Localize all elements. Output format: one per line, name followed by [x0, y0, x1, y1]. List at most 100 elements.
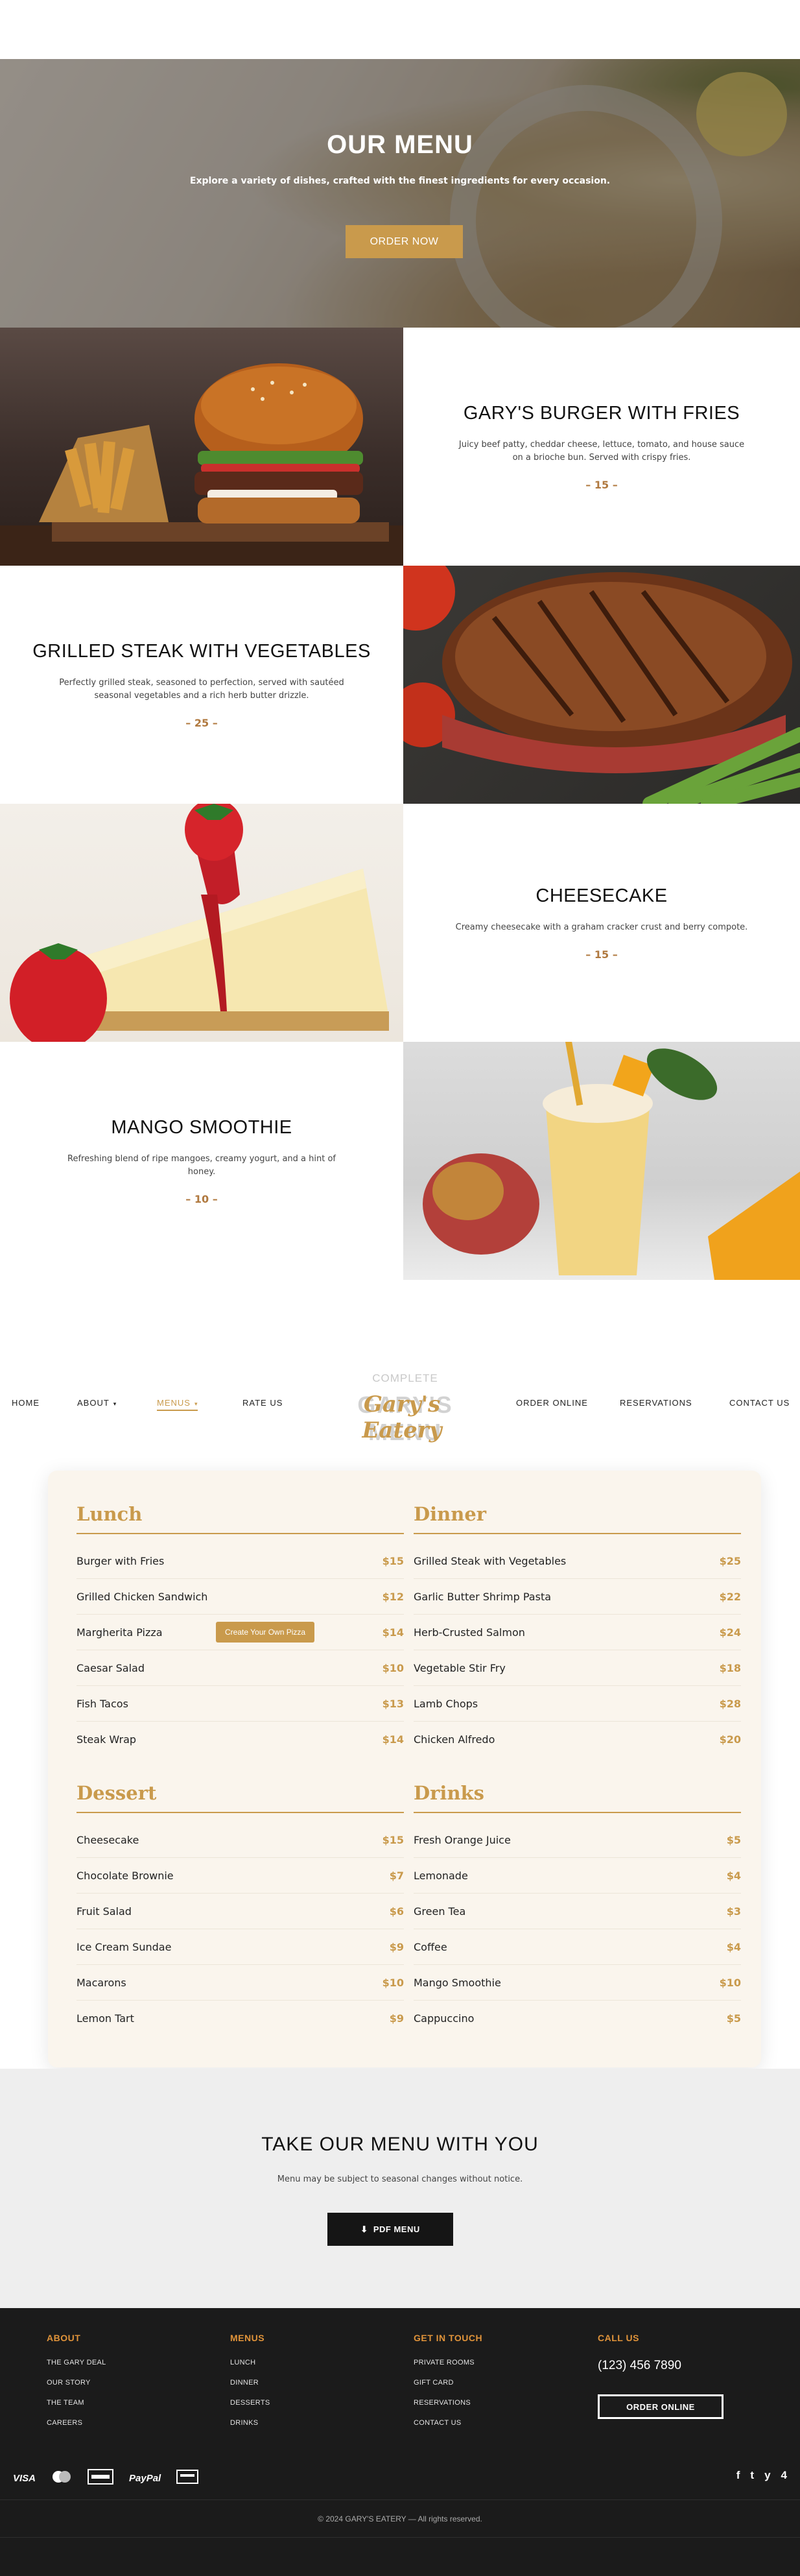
footer-link[interactable]: THE TEAM — [47, 2399, 106, 2407]
footer-link[interactable]: PRIVATE ROOMS — [414, 2359, 482, 2366]
pdf-menu-button[interactable]: ⬇ PDF MENU — [327, 2213, 453, 2246]
menu-item: Macarons $10 — [76, 1965, 404, 2001]
order-now-button[interactable]: ORDER NOW — [346, 225, 463, 258]
menu-item-price: $4 — [726, 1869, 741, 1882]
menu-item-name: Fish Tacos — [76, 1697, 128, 1710]
dish-description: Creamy cheesecake with a graham cracker … — [455, 922, 748, 932]
menu-item: Chicken Alfredo $20 — [414, 1722, 741, 1757]
nav-reservations[interactable]: RESERVATIONS — [620, 1398, 692, 1408]
menu-item-price: $9 — [389, 1940, 404, 1953]
pdf-menu-label: PDF MENU — [373, 2224, 420, 2234]
menu-section-lunch: Lunch Burger with Fries $15 Grilled Chick… — [76, 1503, 404, 1757]
footer-link[interactable]: GIFT CARD — [414, 2379, 482, 2387]
menu-item-name: Green Tea — [414, 1905, 466, 1918]
menu-item: Green Tea $3 — [414, 1894, 741, 1929]
nav-home[interactable]: HOME — [12, 1398, 40, 1408]
dish-name: GRILLED STEAK WITH VEGETABLES — [32, 640, 371, 662]
hero-subtitle: Explore a variety of dishes, crafted wit… — [189, 176, 611, 186]
footer-order-online-button[interactable]: ORDER ONLINE — [598, 2394, 724, 2419]
burger-text: GARY'S BURGER WITH FRIES Juicy beef patt… — [403, 328, 800, 566]
discover-icon — [176, 2470, 199, 2486]
menu-item-name: Grilled Chicken Sandwich — [76, 1590, 208, 1603]
menu-item: Garlic Butter Shrimp Pasta $22 — [414, 1579, 741, 1615]
menu-item-price: $20 — [719, 1733, 741, 1746]
menu-heading: Dinner — [414, 1503, 741, 1534]
menu-item: Lamb Chops $28 — [414, 1686, 741, 1722]
footer-link[interactable]: RESERVATIONS — [414, 2399, 482, 2407]
foursquare-icon[interactable]: 4 — [781, 2469, 787, 2482]
cheesecake-text: CHEESECAKE Creamy cheesecake with a grah… — [403, 804, 800, 1042]
twitter-icon[interactable]: t — [750, 2469, 754, 2482]
dish-name: CHEESECAKE — [535, 885, 668, 906]
facebook-icon[interactable]: f — [736, 2469, 740, 2482]
menu-item-name: Chocolate Brownie — [76, 1869, 174, 1882]
menu-item: Chocolate Brownie $7 — [76, 1858, 404, 1894]
footer-link[interactable]: THE GARY DEAL — [47, 2359, 106, 2366]
footer-link[interactable]: OUR STORY — [47, 2379, 106, 2387]
yelp-icon[interactable]: y — [764, 2469, 770, 2482]
footer-heading: MENUS — [230, 2333, 265, 2343]
menu-item-name: Caesar Salad — [76, 1661, 145, 1674]
take-menu-section: TAKE OUR MENU WITH YOU Menu may be subje… — [0, 2069, 800, 2308]
create-pizza-button[interactable]: Create Your Own Pizza — [216, 1622, 315, 1643]
menu-item-price: $4 — [726, 1940, 741, 1953]
menu-item-price: $9 — [389, 2012, 404, 2025]
menu-item-name: Vegetable Stir Fry — [414, 1661, 506, 1674]
menu-item: Mango Smoothie $10 — [414, 1965, 741, 2001]
take-menu-subtitle: Menu may be subject to seasonal changes … — [277, 2174, 523, 2184]
dish-price: – 15 – — [585, 948, 618, 961]
nav-about[interactable]: ABOUT ▾ — [77, 1398, 117, 1408]
menu-item-name: Fruit Salad — [76, 1905, 132, 1918]
social-links: f t y 4 — [736, 2469, 787, 2482]
menu-item-name: Chicken Alfredo — [414, 1733, 495, 1746]
footer-about-column: ABOUT THE GARY DEAL OUR STORY THE TEAM C… — [47, 2333, 106, 2439]
footer-link[interactable]: LUNCH — [230, 2359, 270, 2366]
dish-price: – 15 – — [585, 478, 618, 491]
footer: ABOUT THE GARY DEAL OUR STORY THE TEAM C… — [0, 2308, 800, 2576]
nav-order-online[interactable]: ORDER ONLINE — [516, 1398, 588, 1408]
footer-heading: GET IN TOUCH — [414, 2333, 483, 2343]
steak-image — [403, 566, 800, 804]
footer-link[interactable]: CAREERS — [47, 2419, 106, 2427]
menu-item-name: Macarons — [76, 1976, 126, 1989]
menu-item-name: Margherita Pizza — [76, 1626, 163, 1639]
download-icon: ⬇ — [360, 2224, 373, 2234]
menu-item-price: $15 — [382, 1833, 404, 1846]
menu-item: Herb-Crusted Salmon $24 — [414, 1615, 741, 1650]
nav-contact-us[interactable]: CONTACT US — [729, 1398, 790, 1408]
menu-item-name: Lemonade — [414, 1869, 468, 1882]
nav-menus[interactable]: MENUS ▾ — [157, 1398, 198, 1411]
dish-description: Refreshing blend of ripe mangoes, creamy… — [67, 1153, 336, 1177]
menu-item-name: Cappuccino — [414, 2012, 475, 2025]
menu-item-name: Garlic Butter Shrimp Pasta — [414, 1590, 552, 1603]
burger-image — [0, 328, 403, 566]
hero-banner: OUR MENU Explore a variety of dishes, cr… — [0, 59, 800, 328]
menu-item-price: $10 — [382, 1976, 404, 1989]
smoothie-text: MANGO SMOOTHIE Refreshing blend of ripe … — [0, 1042, 403, 1280]
site-logo[interactable]: Gary's Eatery — [331, 1391, 473, 1443]
footer-call-column: CALL US (123) 456 7890 ORDER ONLINE — [598, 2333, 724, 2419]
menu-item: Ice Cream Sundae $9 — [76, 1929, 404, 1965]
footer-link[interactable]: DRINKS — [230, 2419, 270, 2427]
footer-link[interactable]: DESSERTS — [230, 2399, 270, 2407]
footer-link[interactable]: CONTACT US — [414, 2419, 482, 2427]
menu-item-price: $5 — [726, 1833, 741, 1846]
footer-touch-column: GET IN TOUCH PRIVATE ROOMS GIFT CARD RES… — [414, 2333, 482, 2439]
steak-text: GRILLED STEAK WITH VEGETABLES Perfectly … — [0, 566, 403, 804]
menu-section-dessert: Dessert Cheesecake $15 Chocolate Brownie $… — [76, 1782, 404, 2036]
phone-number[interactable]: (123) 456 7890 — [598, 2359, 724, 2373]
dish-description: Perfectly grilled steak, seasoned to per… — [59, 677, 344, 701]
menu-item-price: $13 — [382, 1697, 404, 1710]
nav-about-label: ABOUT — [77, 1398, 110, 1408]
nav-rate-us[interactable]: RATE US — [242, 1398, 283, 1408]
footer-link[interactable]: DINNER — [230, 2379, 270, 2387]
footer-divider — [0, 2499, 800, 2500]
dish-row-smoothie: MANGO SMOOTHIE Refreshing blend of ripe … — [0, 1042, 800, 1280]
menu-heading: Dessert — [76, 1782, 404, 1813]
menu-item-price: $22 — [719, 1590, 741, 1603]
footer-menus-column: MENUS LUNCH DINNER DESSERTS DRINKS — [230, 2333, 270, 2439]
menu-item: Lemonade $4 — [414, 1858, 741, 1894]
menu-item-price: $7 — [389, 1869, 404, 1882]
menu-item-name: Ice Cream Sundae — [76, 1940, 172, 1953]
payment-methods: VISA PayPal — [13, 2469, 199, 2487]
